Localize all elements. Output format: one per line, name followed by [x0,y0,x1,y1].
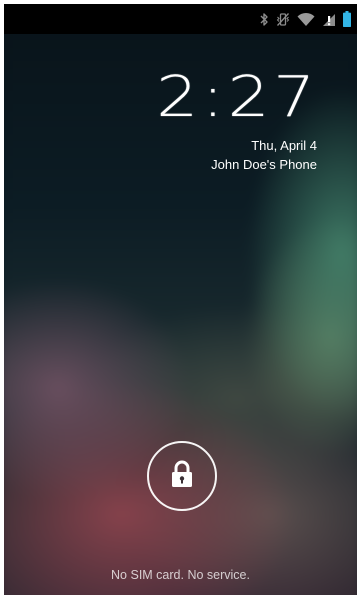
unlock-button[interactable] [147,441,217,511]
wifi-icon [297,12,315,27]
status-bar [4,4,357,34]
no-sim-icon [322,12,336,27]
bluetooth-icon [260,12,269,27]
lock-icon [170,460,194,493]
lockscreen-date: Thu, April 4 [251,138,317,153]
lock-screen: 2:27 Thu, April 4 John Doe's Phone No SI… [4,4,357,595]
vibrate-icon [276,12,290,27]
lockscreen-clock: 2:27 [156,65,319,130]
device-frame: 2:27 Thu, April 4 John Doe's Phone No SI… [0,0,361,599]
battery-icon [343,11,351,27]
status-icons [260,10,351,28]
carrier-status-text: No SIM card. No service. [111,568,250,582]
owner-info: John Doe's Phone [211,157,317,172]
